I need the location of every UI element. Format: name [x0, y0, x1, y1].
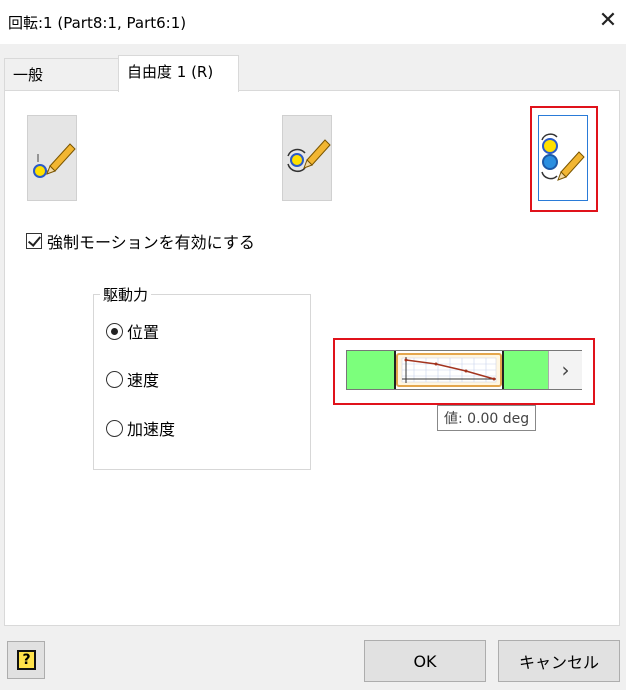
checkbox-label: 強制モーションを有効にする: [47, 233, 255, 252]
tab-dof-label: 自由度 1 (R): [127, 63, 214, 81]
ok-label: OK: [413, 651, 437, 671]
radio-position[interactable]: 位置: [106, 319, 159, 343]
radio-velocity[interactable]: 速度: [106, 367, 159, 391]
motion-widget-highlight: [333, 338, 595, 405]
tab-general-label: 一般: [13, 66, 44, 84]
close-icon: ✕: [598, 7, 618, 33]
window-title: 回転:1 (Part8:1, Part6:1): [8, 14, 187, 32]
radio-velocity-circle[interactable]: [106, 370, 123, 388]
driving-group-title: 駆動力: [100, 284, 152, 305]
title-bar: 回転:1 (Part8:1, Part6:1) ✕: [0, 0, 626, 44]
tab-general[interactable]: 一般: [4, 58, 120, 91]
value-tooltip: 値: 0.00 deg: [437, 405, 537, 431]
fixed-dof-button[interactable]: [27, 115, 77, 201]
enable-imposed-motion-checkbox[interactable]: 強制モーションを有効にする: [26, 229, 255, 253]
cancel-label: キャンセル: [518, 653, 599, 672]
free-rotation-button[interactable]: [282, 115, 332, 201]
free-rotation-pencil-icon: [287, 139, 331, 172]
radio-position-label: 位置: [127, 323, 160, 342]
tooltip-text: 値: 0.00 deg: [444, 411, 530, 427]
ok-button[interactable]: OK: [364, 640, 486, 682]
radio-velocity-label: 速度: [127, 371, 160, 390]
fixed-dof-pencil-icon: [33, 143, 76, 178]
checkbox-box[interactable]: [26, 233, 42, 249]
tab-degree-of-freedom[interactable]: 自由度 1 (R): [118, 55, 239, 92]
help-glyph: ?: [22, 652, 31, 668]
radio-position-circle[interactable]: [106, 322, 123, 340]
radio-acceleration[interactable]: 加速度: [106, 416, 175, 440]
cancel-button[interactable]: キャンセル: [498, 640, 620, 682]
help-icon: ?: [17, 650, 36, 670]
radio-acceleration-label: 加速度: [127, 420, 176, 439]
help-button[interactable]: ?: [7, 641, 45, 679]
radio-acceleration-circle[interactable]: [106, 419, 123, 437]
close-button[interactable]: ✕: [594, 6, 622, 34]
selected-mode-highlight: [530, 106, 598, 212]
